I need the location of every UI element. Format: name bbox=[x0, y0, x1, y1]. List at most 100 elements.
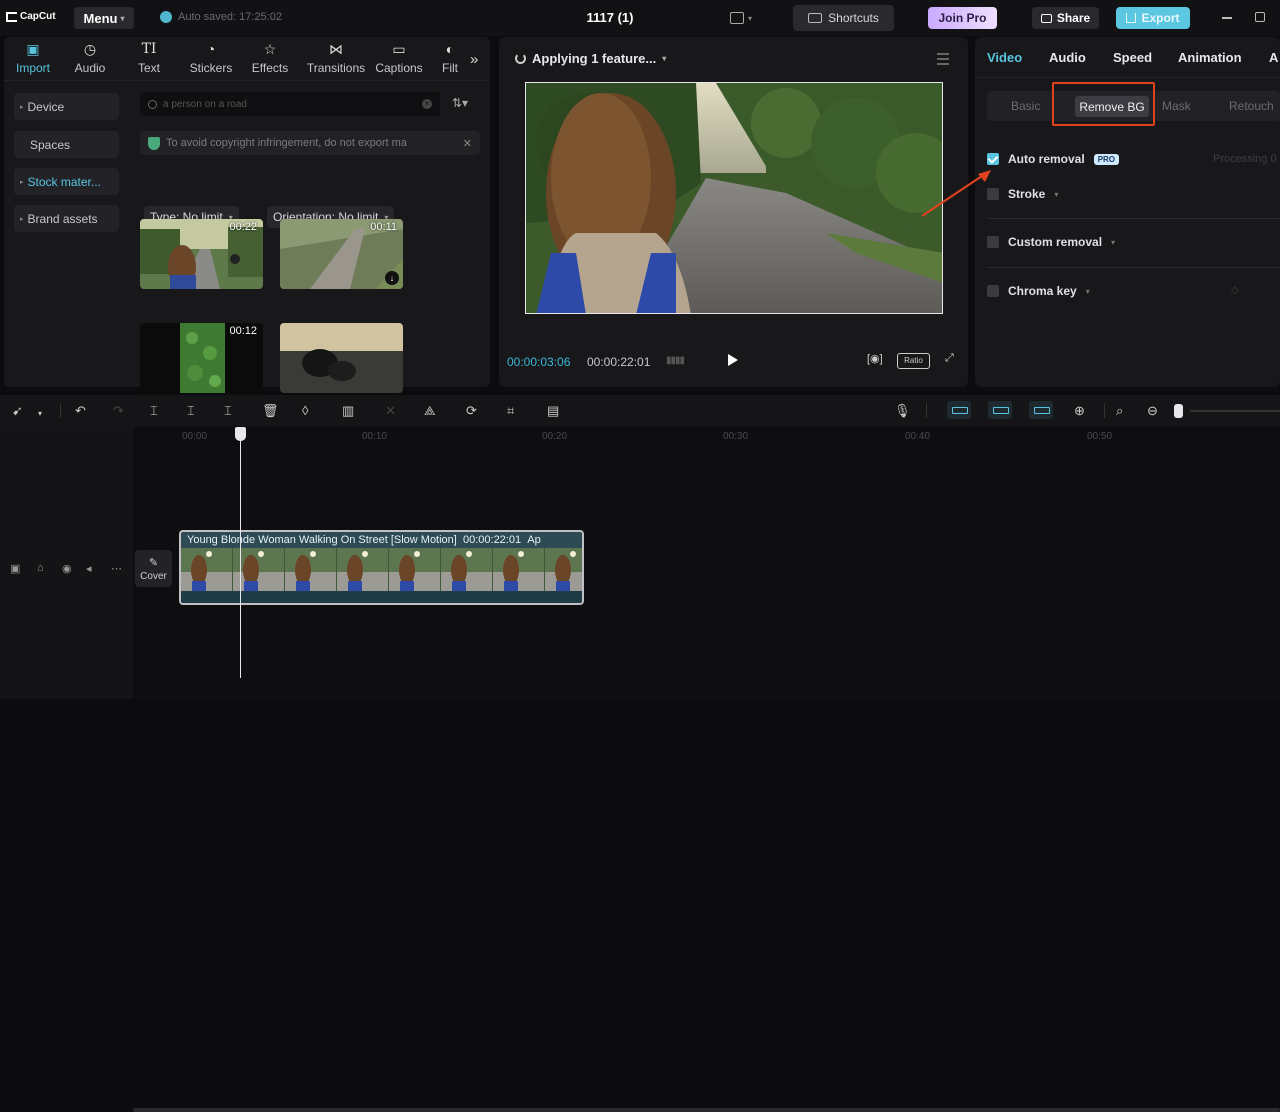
menu-icon[interactable] bbox=[937, 53, 949, 68]
split-right-icon[interactable]: ⌶ bbox=[224, 403, 232, 418]
zoom-slider-handle[interactable] bbox=[1174, 404, 1183, 418]
close-icon[interactable]: ✕ bbox=[463, 137, 472, 150]
maximize-icon[interactable] bbox=[1255, 12, 1265, 22]
tab-audio[interactable]: Audio bbox=[1049, 50, 1086, 65]
filmstrip-frame-part bbox=[348, 581, 362, 591]
join-pro-button[interactable]: Join Pro bbox=[928, 7, 997, 29]
tab-speed[interactable]: Speed bbox=[1113, 50, 1152, 65]
filmstrip-frame-part bbox=[400, 581, 414, 591]
tool-transitions[interactable]: ⋈ Transitions bbox=[307, 40, 365, 80]
tool-import[interactable]: ▣ Import bbox=[4, 40, 62, 80]
timeline-scrollbar[interactable] bbox=[133, 1108, 1280, 1112]
cover-button[interactable]: ✎ Cover bbox=[135, 550, 172, 587]
ratio-button[interactable]: Ratio bbox=[897, 353, 930, 369]
search-input[interactable]: a person on a road × bbox=[140, 92, 440, 116]
shield-icon bbox=[148, 136, 160, 150]
download-icon[interactable]: ↓ bbox=[385, 271, 399, 285]
stock-thumbnail[interactable]: 00:22 bbox=[140, 219, 263, 289]
filmstrip-frame-part bbox=[452, 581, 466, 591]
tab-animation[interactable]: Animation bbox=[1178, 50, 1242, 65]
subtab-basic[interactable]: Basic bbox=[1011, 99, 1040, 113]
share-button[interactable]: Share bbox=[1032, 7, 1099, 29]
mute-icon[interactable]: ◂ bbox=[86, 562, 92, 575]
delete-icon[interactable]: 🗑 bbox=[262, 403, 279, 418]
auto-removal-option[interactable]: Auto removal PRO bbox=[987, 152, 1120, 166]
minimize-icon[interactable] bbox=[1222, 17, 1232, 19]
select-cursor-icon[interactable]: ➹ bbox=[12, 403, 23, 418]
processing-status[interactable]: Applying 1 feature... ▾ bbox=[515, 51, 666, 66]
tool-audio[interactable]: ◷ Audio bbox=[61, 40, 119, 80]
stock-thumbnail[interactable]: 00:12 bbox=[140, 323, 263, 393]
auto-snap-icon[interactable] bbox=[988, 401, 1012, 419]
zoom-slider-track[interactable] bbox=[1190, 410, 1280, 412]
filters-icon: ◐ bbox=[445, 41, 455, 57]
playhead-handle[interactable] bbox=[235, 427, 246, 441]
chroma-key-option[interactable]: Chroma key ▾ bbox=[987, 284, 1090, 298]
checkbox-icon[interactable] bbox=[987, 236, 999, 248]
stroke-option[interactable]: Stroke ▾ bbox=[987, 187, 1058, 201]
auto-caption-icon[interactable]: ▤ bbox=[547, 403, 559, 418]
caret-right-icon: ▸ bbox=[20, 103, 24, 111]
zoom-fit-icon[interactable]: ⌕ bbox=[1116, 403, 1123, 418]
stock-thumbnail[interactable] bbox=[280, 323, 403, 393]
rotate-icon[interactable]: ⟳ bbox=[466, 403, 477, 418]
sidebar-item-device[interactable]: ▸ Device bbox=[14, 93, 119, 120]
lock-icon[interactable]: ⌂ bbox=[37, 562, 44, 574]
freeze-icon[interactable]: ▥ bbox=[342, 403, 354, 418]
custom-removal-option[interactable]: Custom removal ▾ bbox=[987, 235, 1115, 249]
export-button[interactable]: Export bbox=[1116, 7, 1190, 29]
current-time: 00:00:03:06 bbox=[507, 355, 571, 369]
fullscreen-focus-icon[interactable]: [◉] bbox=[867, 352, 883, 365]
layout-switch[interactable]: ▾ bbox=[730, 11, 758, 25]
filter-icon[interactable]: ⇅▾ bbox=[452, 96, 468, 110]
chevron-down-icon[interactable]: ▾ bbox=[38, 406, 42, 421]
tab-adjustment[interactable]: A bbox=[1269, 50, 1278, 65]
tool-text[interactable]: TI Text bbox=[120, 40, 178, 80]
zoom-out-icon[interactable]: ⊖ bbox=[1147, 403, 1158, 418]
sidebar-item-brand-assets[interactable]: ▸ Brand assets bbox=[14, 205, 119, 232]
sidebar-item-spaces[interactable]: Spaces bbox=[14, 131, 119, 158]
keyframe-icon[interactable]: ◇ bbox=[1231, 285, 1239, 296]
expand-icon[interactable]: ⤢ bbox=[945, 352, 954, 365]
subtab-retouch[interactable]: Retouch bbox=[1229, 99, 1274, 113]
checkbox-icon[interactable] bbox=[987, 285, 999, 297]
menu-button[interactable]: Menu ▾ bbox=[74, 7, 134, 29]
player-panel: Applying 1 feature... ▾ 00:00:03:06 00:00… bbox=[499, 37, 968, 387]
tool-stickers[interactable]: ◔ Stickers bbox=[182, 40, 240, 80]
crop-icon[interactable]: ⌗ bbox=[507, 403, 514, 418]
main-track-magnet-icon[interactable] bbox=[947, 401, 971, 419]
microphone-icon[interactable]: 🎙 bbox=[894, 403, 911, 418]
separator bbox=[1104, 403, 1105, 418]
checkbox-icon[interactable] bbox=[987, 188, 999, 200]
tool-filters[interactable]: ◐ Filt bbox=[427, 40, 473, 80]
mirror-icon[interactable]: ⟁ bbox=[424, 403, 436, 418]
checkbox-checked-icon[interactable] bbox=[987, 153, 999, 165]
undo-icon[interactable]: ↶ bbox=[75, 403, 86, 418]
tool-captions[interactable]: ▭ Captions bbox=[370, 40, 428, 80]
shortcuts-button[interactable]: Shortcuts bbox=[793, 5, 894, 31]
split-icon[interactable]: ⌶ bbox=[150, 403, 158, 418]
sidebar-item-stock-material[interactable]: ▸ Stock mater... bbox=[14, 168, 119, 195]
tab-video[interactable]: Video bbox=[987, 50, 1022, 65]
stock-thumbnail[interactable]: 00:11 ↓ bbox=[280, 219, 403, 289]
caret-right-icon: ▸ bbox=[20, 178, 24, 186]
subtab-mask[interactable]: Mask bbox=[1162, 99, 1191, 113]
project-title[interactable]: 1117 (1) bbox=[560, 10, 660, 25]
filmstrip-frame-part bbox=[503, 555, 519, 585]
eye-icon[interactable]: ◉ bbox=[62, 562, 72, 575]
tool-effects[interactable]: ☆ Effects bbox=[241, 40, 299, 80]
preview-axis-icon[interactable]: ⊕ bbox=[1074, 403, 1085, 418]
clear-icon[interactable]: × bbox=[422, 99, 432, 109]
video-preview[interactable] bbox=[525, 82, 943, 314]
waveform-icon[interactable]: ▮▮▮▮ bbox=[666, 355, 685, 366]
play-icon[interactable] bbox=[728, 354, 738, 366]
loading-spinner-icon bbox=[515, 53, 526, 64]
marker-icon[interactable]: ◊ bbox=[302, 403, 308, 418]
linkage-icon[interactable] bbox=[1029, 401, 1053, 419]
playhead[interactable] bbox=[240, 428, 241, 678]
properties-panel: Video Audio Speed Animation A Basic Remo… bbox=[975, 37, 1280, 387]
split-left-icon[interactable]: ⌶ bbox=[187, 403, 195, 418]
more-icon[interactable]: ⋯ bbox=[111, 562, 122, 575]
media-panel: ▣ Import ◷ Audio TI Text ◔ Stickers ☆ Effects… bbox=[4, 37, 490, 393]
more-tools-icon[interactable]: » bbox=[470, 51, 478, 68]
